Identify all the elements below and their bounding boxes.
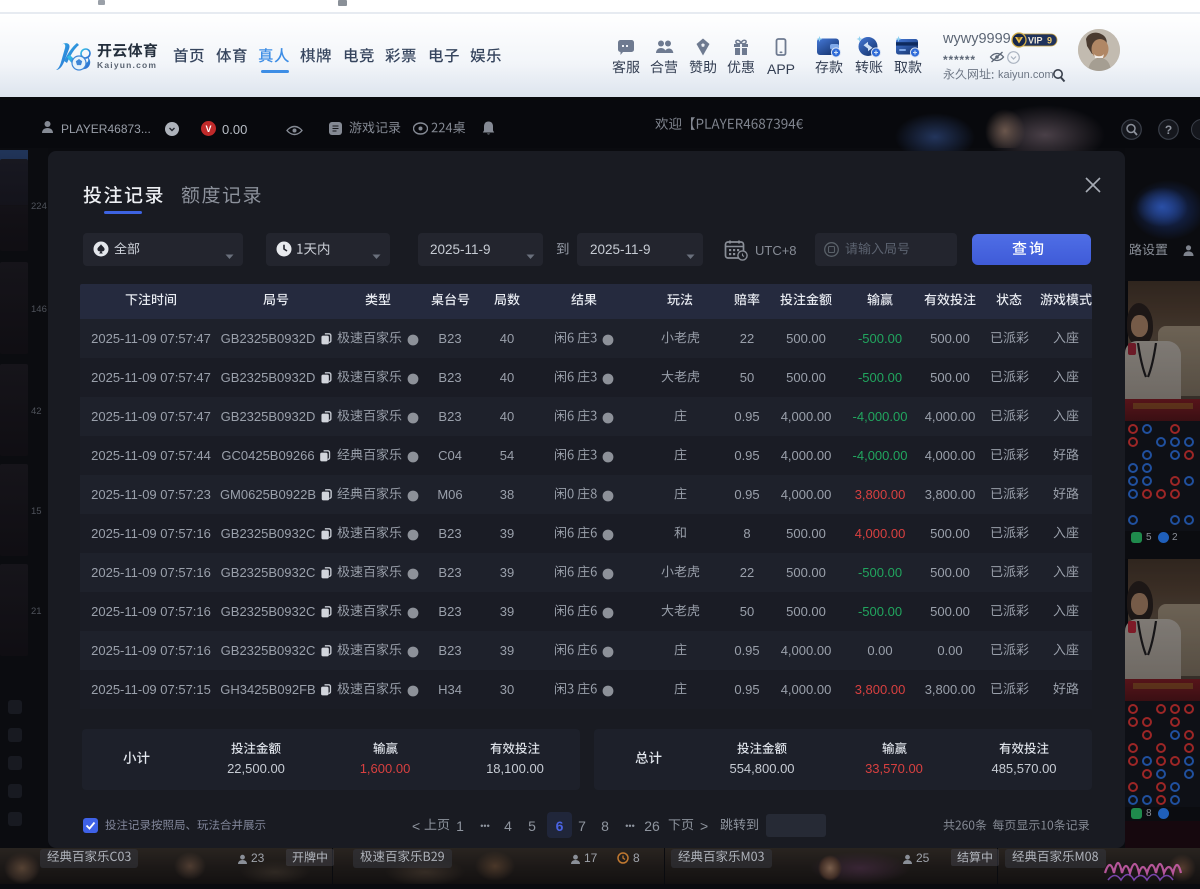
- svg-text:V: V: [205, 124, 211, 134]
- svg-text:VIP: VIP: [1028, 36, 1043, 46]
- svg-text:?: ?: [1164, 123, 1171, 137]
- svg-text:9: 9: [1047, 36, 1052, 46]
